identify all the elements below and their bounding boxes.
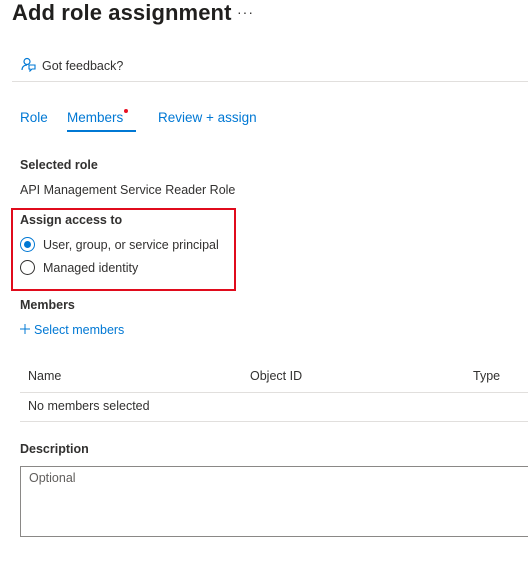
page-title: Add role assignment bbox=[12, 0, 232, 25]
members-heading: Members bbox=[20, 298, 75, 312]
table-row: No members selected bbox=[20, 393, 528, 422]
more-options-icon[interactable]: ··· bbox=[237, 4, 254, 20]
tab-role[interactable]: Role bbox=[20, 109, 48, 127]
tab-members[interactable]: Members bbox=[67, 109, 123, 127]
members-table-header: Name Object ID Type bbox=[20, 360, 528, 393]
radio-unchecked-icon[interactable] bbox=[20, 260, 35, 275]
column-header-name[interactable]: Name bbox=[28, 369, 61, 383]
header-divider bbox=[12, 81, 528, 82]
radio-managed-identity[interactable]: Managed identity bbox=[20, 260, 138, 275]
selected-role-value: API Management Service Reader Role bbox=[20, 183, 236, 197]
feedback-icon bbox=[20, 56, 36, 75]
radio-label: Managed identity bbox=[43, 260, 139, 275]
feedback-link[interactable]: Got feedback? bbox=[20, 56, 123, 75]
feedback-label: Got feedback? bbox=[42, 58, 124, 73]
radio-user-group-principal[interactable]: User, group, or service principal bbox=[20, 237, 219, 252]
description-heading: Description bbox=[20, 442, 89, 456]
tab-members-indicator bbox=[124, 109, 128, 113]
description-field[interactable] bbox=[21, 467, 528, 536]
empty-members-text: No members selected bbox=[28, 399, 150, 413]
column-header-type[interactable]: Type bbox=[473, 369, 500, 383]
selected-role-heading: Selected role bbox=[20, 158, 98, 172]
radio-label: User, group, or service principal bbox=[43, 237, 219, 252]
select-members-link[interactable]: Select members bbox=[20, 323, 124, 337]
select-members-label: Select members bbox=[34, 323, 125, 337]
description-field-container bbox=[20, 466, 528, 537]
active-tab-underline bbox=[67, 130, 136, 132]
plus-icon bbox=[20, 323, 30, 337]
assign-access-heading: Assign access to bbox=[20, 213, 123, 227]
column-header-object-id[interactable]: Object ID bbox=[250, 369, 302, 383]
radio-checked-icon[interactable] bbox=[20, 237, 35, 252]
tab-review-assign[interactable]: Review + assign bbox=[158, 109, 257, 127]
